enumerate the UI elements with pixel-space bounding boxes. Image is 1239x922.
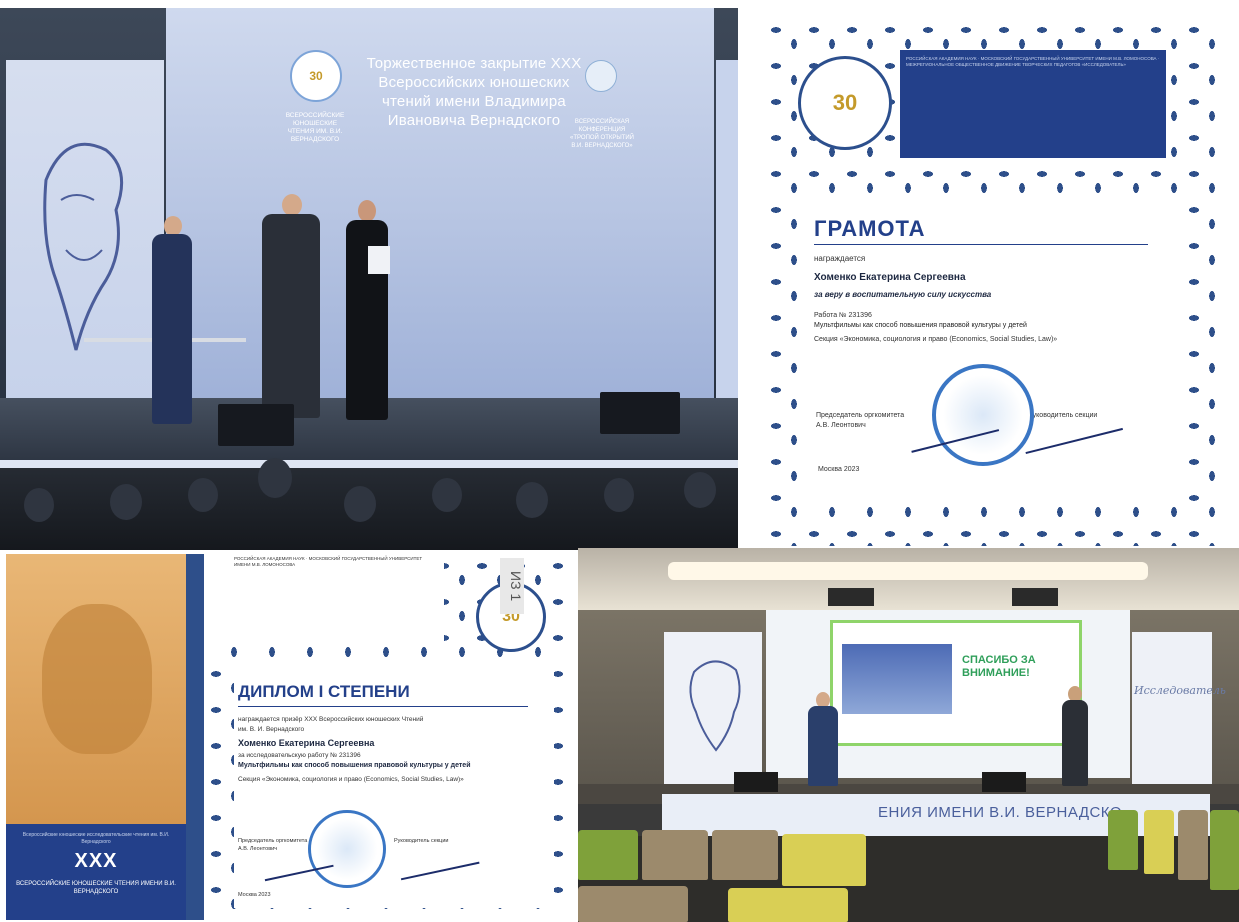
cover-subtitle: ВСЕРОССИЙСКИЕ ЮНОШЕСКИЕ ЧТЕНИЯ ИМЕНИ В.И… xyxy=(16,881,176,895)
work-number: за исследовательскую работу № 231396 xyxy=(238,752,361,759)
stage-table xyxy=(84,338,154,342)
diploma-sheet: РОССИЙСКАЯ АКАДЕМИЯ НАУК · МОСКОВСКИЙ ГО… xyxy=(204,554,572,920)
hall-photo: СПАСИБО ЗА ВНИМАНИЕ! Исследователь ЕНИЯ … xyxy=(578,548,1239,922)
audience-head xyxy=(516,482,548,518)
chair-label: Председатель оргкомитета xyxy=(816,412,905,419)
section-name: Секция «Экономика, социология и право (E… xyxy=(238,776,464,783)
seat xyxy=(1144,810,1174,874)
vernadsky-banner xyxy=(6,60,164,430)
seat xyxy=(712,830,778,880)
person-host xyxy=(152,234,192,424)
conference-logo xyxy=(585,60,617,92)
person-head xyxy=(358,200,376,222)
stage-monitor xyxy=(600,392,680,434)
seat xyxy=(642,830,708,880)
work-number: Работа № 231396 xyxy=(814,312,872,319)
person-presenter xyxy=(262,214,320,418)
recipient-name: Хоменко Екатерина Сергеевна xyxy=(238,738,375,748)
city-year: Москва 2023 xyxy=(238,892,271,898)
portrait-face-icon xyxy=(42,604,152,754)
side-banner xyxy=(1132,632,1212,788)
award-reason: за веру в воспитательную силу искусства xyxy=(814,290,992,299)
recipient-name: Хоменко Екатерина Сергеевна xyxy=(814,272,966,283)
person-head xyxy=(282,194,302,216)
cover-numeral: XXX xyxy=(74,850,118,872)
cover-caption: Всероссийские юношеские исследовательски… xyxy=(22,832,170,845)
conference-logo-caption: ВСЕРОССИЙСКАЯ КОНФЕРЕНЦИЯ «ТРОПОЙ ОТКРЫТ… xyxy=(570,119,634,149)
seat xyxy=(728,888,848,922)
certificate-title: ГРАМОТА xyxy=(814,216,926,241)
seat xyxy=(782,834,866,886)
readings-logo: 30 xyxy=(290,50,342,102)
audience-head xyxy=(258,458,292,498)
audience-head xyxy=(432,478,462,512)
speaker-boy xyxy=(808,706,838,786)
audience-head xyxy=(24,488,54,522)
audience-head xyxy=(188,478,218,512)
vernadsky-portrait-icon xyxy=(43,142,124,351)
award-line-2: им. В. И. Вернадского xyxy=(238,726,305,733)
anniversary-seal: 30 xyxy=(798,56,892,150)
stage-monitor xyxy=(982,772,1026,792)
audience-head xyxy=(604,478,634,512)
audience-head xyxy=(684,472,716,508)
chair-name: А.В. Леонтович xyxy=(816,422,866,429)
slide-image xyxy=(842,644,952,714)
seat xyxy=(1108,810,1138,870)
audience-head xyxy=(110,484,142,520)
ceiling-light xyxy=(668,562,1148,580)
vernadsky-banner xyxy=(664,632,762,788)
orgcommittee-stamp-icon xyxy=(932,364,1034,466)
diploma-title: ДИПЛОМ I СТЕПЕНИ xyxy=(238,682,410,701)
work-topic: Мультфильмы как способ повышения правово… xyxy=(238,762,471,769)
city-year: Москва 2023 xyxy=(818,466,860,473)
seat xyxy=(1178,810,1208,880)
section-head-label: Руководитель секции xyxy=(394,838,449,844)
projector-icon xyxy=(1012,588,1058,606)
work-topic: Мультфильмы как способ повышения правово… xyxy=(814,322,1027,329)
section-head-label: Руководитель секции xyxy=(1028,412,1098,419)
seat xyxy=(578,830,638,880)
organizers-lines: РОССИЙСКАЯ АКАДЕМИЯ НАУК · МОСКОВСКИЙ ГО… xyxy=(906,56,1160,67)
chair-name: А.В. Леонтович xyxy=(238,846,278,852)
award-line: награждается призёр XXX Всероссийских юн… xyxy=(238,716,424,723)
organizers-lines: РОССИЙСКАЯ АКАДЕМИЯ НАУК · МОСКОВСКИЙ ГО… xyxy=(234,556,423,567)
awarded-label: награждается xyxy=(814,254,866,263)
certificate-in-hand xyxy=(368,246,390,274)
seat xyxy=(1210,810,1239,890)
slide-title: Торжественное закрытие XXX Всероссийских… xyxy=(366,55,582,129)
speaker-girl xyxy=(1062,700,1088,786)
page-tag: ИЗ 1 xyxy=(500,558,524,614)
seat xyxy=(578,886,688,922)
projector-icon xyxy=(828,588,874,606)
side-banner xyxy=(716,60,738,400)
section-name: Секция «Экономика, социология и право (E… xyxy=(814,336,1058,343)
stage-monitor xyxy=(734,772,778,792)
stage-table xyxy=(190,338,246,342)
orgcommittee-stamp-icon xyxy=(308,810,386,888)
cover-stripe xyxy=(186,554,204,920)
gramota-certificate: 30 РОССИЙСКАЯ АКАДЕМИЯ НАУК · МОСКОВСКИЙ… xyxy=(764,18,1220,546)
chair-label: Председатель оргкомитета xyxy=(238,838,308,844)
stage-photo: 30 ВСЕРОССИЙСКИЕ ЮНОШЕСКИЕ ЧТЕНИЯ ИМ. В.… xyxy=(0,8,738,550)
diploma-photo: Всероссийские юношеские исследовательски… xyxy=(6,554,572,920)
audience-head xyxy=(344,486,376,522)
readings-logo-caption: ВСЕРОССИЙСКИЕ ЮНОШЕСКИЕ ЧТЕНИЯ ИМ. В.И. … xyxy=(285,112,345,143)
slide-text: СПАСИБО ЗА ВНИМАНИЕ! xyxy=(962,654,1036,679)
person-head xyxy=(164,216,182,236)
title-divider xyxy=(238,706,528,707)
vernadsky-portrait-icon xyxy=(689,660,741,752)
stage-monitor xyxy=(218,404,294,446)
title-divider xyxy=(814,244,1148,245)
banner-logo-text: Исследователь xyxy=(1134,684,1226,697)
